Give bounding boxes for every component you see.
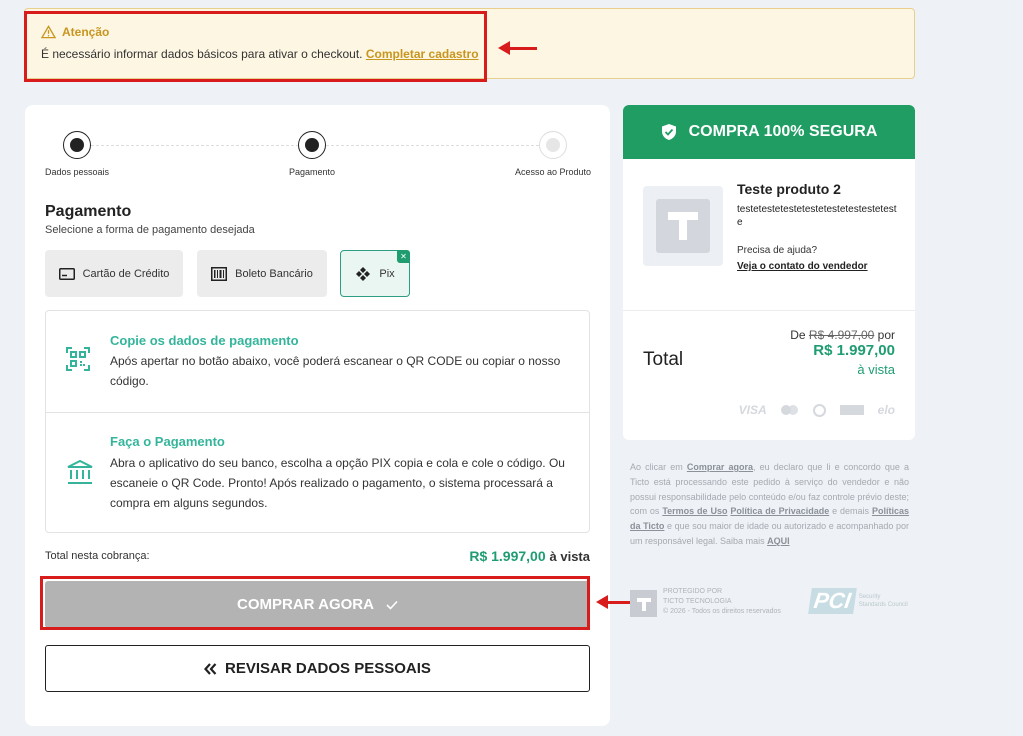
order-summary-card: COMPRA 100% SEGURA Teste produto 2 teste…: [623, 105, 915, 440]
instruction-title: Copie os dados de pagamento: [110, 333, 299, 348]
help-text: Precisa de ajuda?: [737, 245, 818, 256]
annotation-highlight-alert: [24, 11, 487, 82]
annotation-arrow-alert: [498, 41, 537, 55]
footer-protected-text: PROTEGIDO POR TICTO TECNOLOGIA © 2026 - …: [663, 588, 781, 615]
card-brands: VISA elo: [739, 403, 895, 417]
charge-total-suffix: à vista: [549, 549, 590, 564]
payment-method-boleto[interactable]: Boleto Bancário: [197, 250, 327, 297]
payment-title: Pagamento: [45, 203, 132, 220]
review-label: REVISAR DADOS PESSOAIS: [225, 660, 431, 677]
legal-disclaimer: Ao clicar em Comprar agora, eu declaro q…: [630, 462, 910, 546]
charge-total-value: R$ 1.997,00 à vista: [469, 548, 590, 564]
mastercard-icon: [780, 405, 799, 415]
review-personal-data-button[interactable]: REVISAR DADOS PESSOAIS: [45, 645, 590, 692]
terms-link[interactable]: Termos de Uso: [662, 506, 727, 516]
diners-icon: [812, 403, 826, 417]
step-label: Pagamento: [288, 167, 336, 177]
step-circle: [298, 131, 326, 159]
privacy-link[interactable]: Política de Privacidade: [730, 506, 829, 516]
pci-logo-icon: PCI: [808, 588, 857, 614]
instruction-copy-data: Copie os dados de pagamento Após apertar…: [46, 311, 589, 412]
ticto-logo-icon: [656, 199, 710, 253]
bank-icon: [67, 459, 93, 484]
payment-method-label: Cartão de Crédito: [82, 267, 170, 280]
price-prefix: De: [790, 328, 806, 342]
stepper-line-2: [326, 145, 539, 146]
double-chevron-left-icon: [204, 662, 217, 675]
instruction-text: Abra o aplicativo do seu banco, escolha …: [110, 456, 565, 510]
payment-method-pix[interactable]: Pix ✕: [340, 250, 410, 297]
barcode-icon: [211, 266, 228, 281]
product-thumbnail: [643, 186, 723, 266]
price-current: R$ 1.997,00: [813, 342, 895, 359]
pci-badge: PCI Security Standards Council: [808, 588, 908, 614]
payment-method-label: Boleto Bancário: [235, 267, 313, 280]
step-payment: Pagamento: [288, 131, 336, 177]
annotation-highlight-buy: [40, 576, 590, 630]
step-label: Acesso ao Produto: [515, 167, 592, 177]
price-suffix: à vista: [857, 362, 895, 377]
pix-icon: [356, 266, 371, 281]
checkout-card: Dados pessoais Pagamento Acesso ao Produ…: [25, 105, 610, 726]
shield-check-icon: [661, 124, 676, 140]
secure-purchase-header: COMPRA 100% SEGURA: [623, 105, 915, 159]
credit-card-icon: [58, 267, 75, 280]
instruction-title: Faça o Pagamento: [110, 434, 225, 449]
ticto-footer-logo-icon: [630, 590, 657, 617]
seller-contact-link[interactable]: Veja o contato do vendedor: [737, 261, 868, 272]
charge-total-label: Total nesta cobrança:: [45, 550, 150, 562]
step-label: Dados pessoais: [45, 167, 110, 177]
product-description: testetestetestetestetestetestesteteste: [737, 204, 897, 228]
step-circle: [63, 131, 92, 159]
price-old-amount: R$ 4.997,00: [808, 328, 875, 342]
secure-title: COMPRA 100% SEGURA: [688, 123, 878, 140]
selected-check-icon: ✕: [397, 250, 410, 263]
summary-divider: [623, 310, 915, 311]
stepper-line-1: [91, 145, 299, 146]
instruction-make-payment: Faça o Pagamento Abra o aplicativo do se…: [46, 412, 589, 533]
payment-method-label: Pix: [379, 267, 395, 280]
product-name: Teste produto 2: [737, 181, 841, 197]
summary-total-label: Total: [643, 349, 684, 370]
price-mid: por: [877, 328, 895, 342]
learn-more-link[interactable]: AQUI: [767, 536, 790, 546]
step-personal-data: Dados pessoais: [45, 131, 109, 177]
charge-total-amount: R$ 1.997,00: [469, 548, 546, 564]
price-original: De R$ 4.997,00 por: [790, 328, 895, 342]
instruction-text: Após apertar no botão abaixo, você poder…: [110, 354, 561, 388]
buy-reference: Comprar agora: [686, 462, 754, 472]
step-product-access: Acesso ao Produto: [515, 131, 591, 177]
pci-text: Security Standards Council: [858, 594, 908, 608]
qr-code-icon: [66, 347, 90, 371]
payment-subtitle: Selecione a forma de pagamento desejada: [45, 224, 255, 236]
pix-instructions: Copie os dados de pagamento Após apertar…: [45, 310, 590, 533]
visa-icon: VISA: [738, 403, 767, 417]
amex-icon: [839, 405, 864, 415]
elo-icon: elo: [877, 403, 895, 417]
payment-method-credit-card[interactable]: Cartão de Crédito: [45, 250, 183, 297]
step-circle: [539, 131, 568, 159]
